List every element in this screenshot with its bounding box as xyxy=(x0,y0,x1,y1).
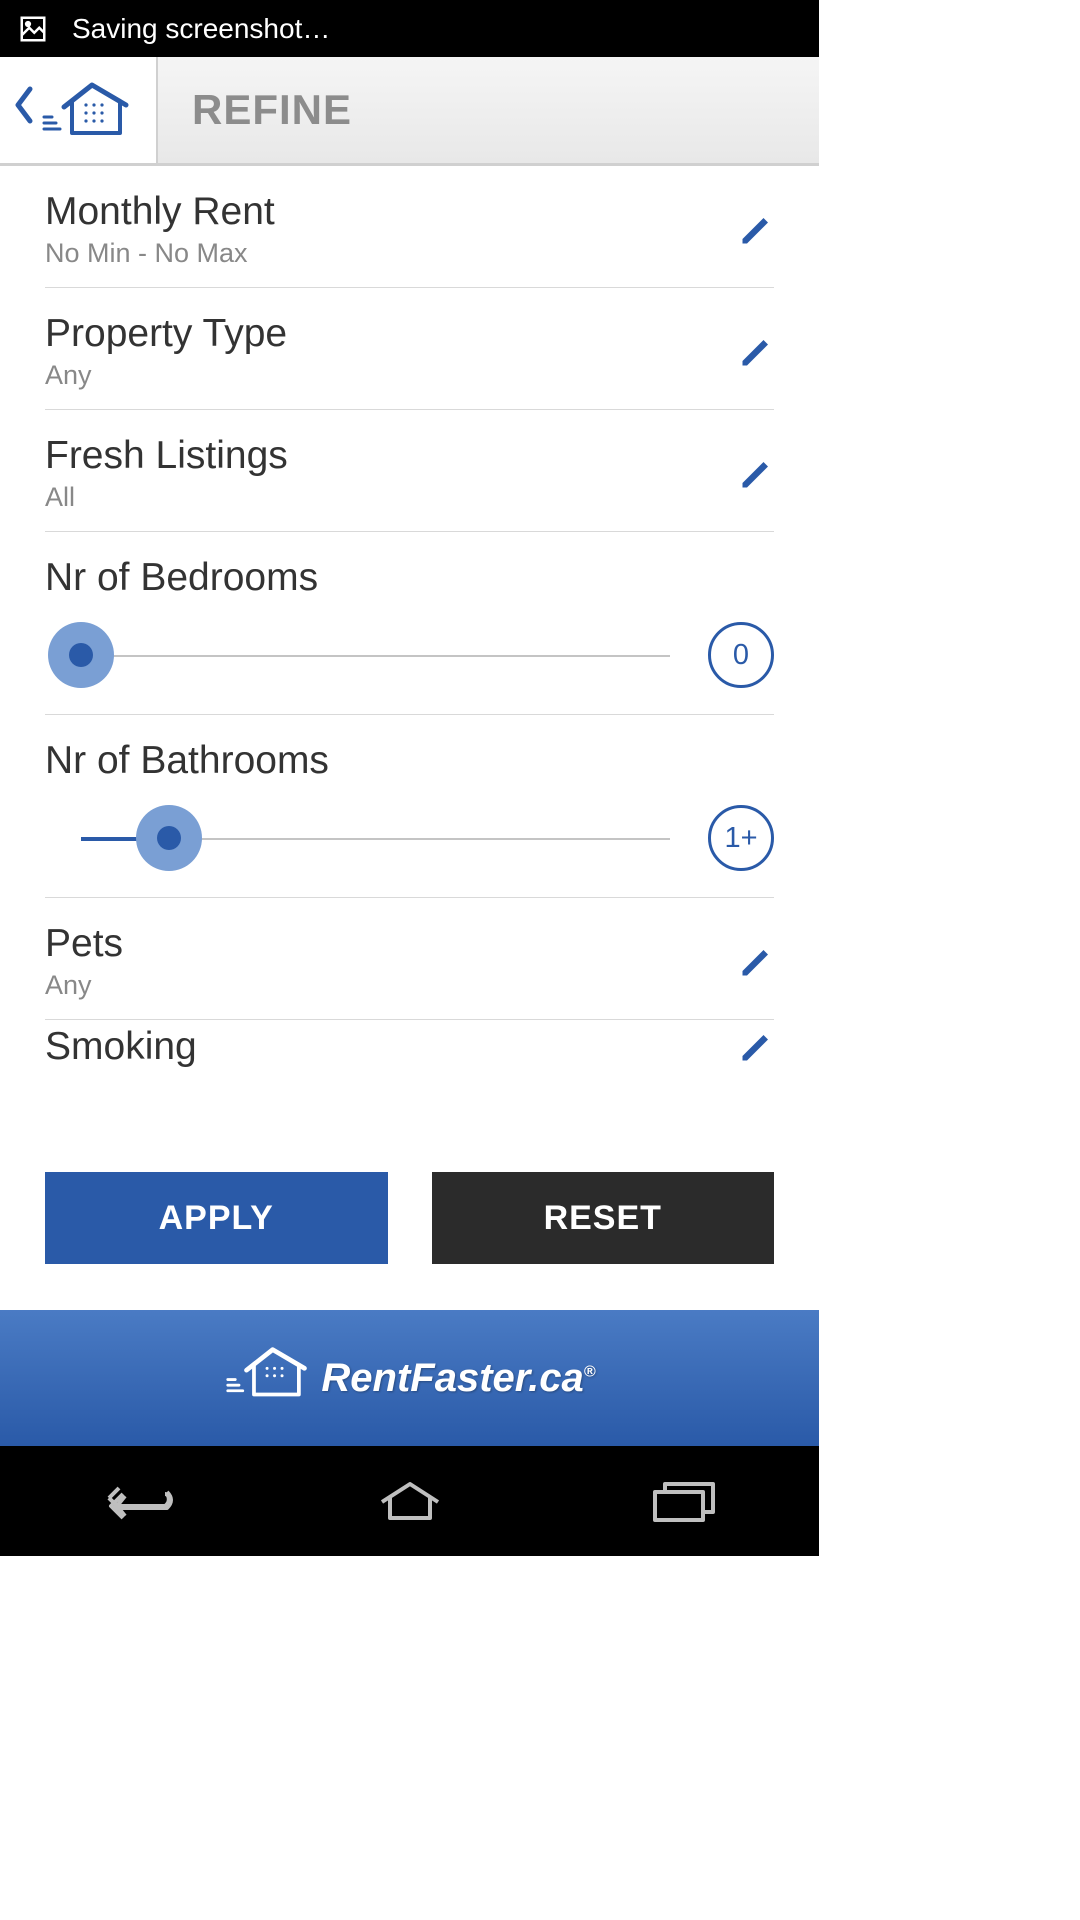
pencil-icon xyxy=(738,944,774,980)
pencil-icon xyxy=(738,456,774,492)
filter-value: No Min - No Max xyxy=(45,238,738,269)
app-header: REFINE xyxy=(0,57,819,166)
apply-button[interactable]: APPLY xyxy=(45,1172,388,1264)
brand-text: RentFaster.ca® xyxy=(321,1356,595,1401)
bathrooms-slider[interactable] xyxy=(45,805,670,871)
filter-list: Monthly Rent No Min - No Max Property Ty… xyxy=(0,166,819,1152)
nav-home-icon[interactable] xyxy=(370,1478,450,1524)
filter-monthly-rent[interactable]: Monthly Rent No Min - No Max xyxy=(45,166,774,288)
android-status-bar: Saving screenshot… xyxy=(0,0,819,57)
brand-house-icon xyxy=(223,1344,313,1412)
brand-footer: RentFaster.ca® xyxy=(0,1310,819,1446)
android-nav-bar xyxy=(0,1446,819,1556)
nav-recent-icon[interactable] xyxy=(643,1478,723,1524)
reset-button[interactable]: RESET xyxy=(432,1172,775,1264)
image-icon xyxy=(18,14,48,44)
filter-value: Any xyxy=(45,360,738,391)
filter-smoking[interactable]: Smoking xyxy=(45,1020,774,1068)
filter-pets[interactable]: Pets Any xyxy=(45,898,774,1020)
filter-label: Smoking xyxy=(45,1025,738,1068)
filter-label: Pets xyxy=(45,922,738,966)
filter-fresh-listings[interactable]: Fresh Listings All xyxy=(45,410,774,532)
bathrooms-badge: 1+ xyxy=(708,805,774,871)
filter-label: Fresh Listings xyxy=(45,434,738,478)
back-button[interactable] xyxy=(0,57,158,163)
pencil-icon xyxy=(738,1029,774,1065)
filter-label: Nr of Bedrooms xyxy=(45,556,774,600)
bedrooms-slider[interactable] xyxy=(45,622,670,688)
chevron-left-icon xyxy=(12,85,36,135)
bedrooms-badge: 0 xyxy=(708,622,774,688)
filter-bathrooms: Nr of Bathrooms 1+ xyxy=(45,715,774,898)
filter-value: Any xyxy=(45,970,738,1001)
filter-property-type[interactable]: Property Type Any xyxy=(45,288,774,410)
pencil-icon xyxy=(738,334,774,370)
action-buttons: APPLY RESET xyxy=(0,1152,819,1310)
status-text: Saving screenshot… xyxy=(72,13,330,45)
filter-value: All xyxy=(45,482,738,513)
filter-label: Nr of Bathrooms xyxy=(45,739,774,783)
page-title: REFINE xyxy=(158,86,352,134)
filter-label: Property Type xyxy=(45,312,738,356)
filter-label: Monthly Rent xyxy=(45,190,738,234)
filter-bedrooms: Nr of Bedrooms 0 xyxy=(45,532,774,715)
app-logo-icon xyxy=(42,79,132,141)
brand-logo: RentFaster.ca® xyxy=(223,1344,595,1412)
pencil-icon xyxy=(738,212,774,248)
nav-back-icon[interactable] xyxy=(97,1478,177,1524)
